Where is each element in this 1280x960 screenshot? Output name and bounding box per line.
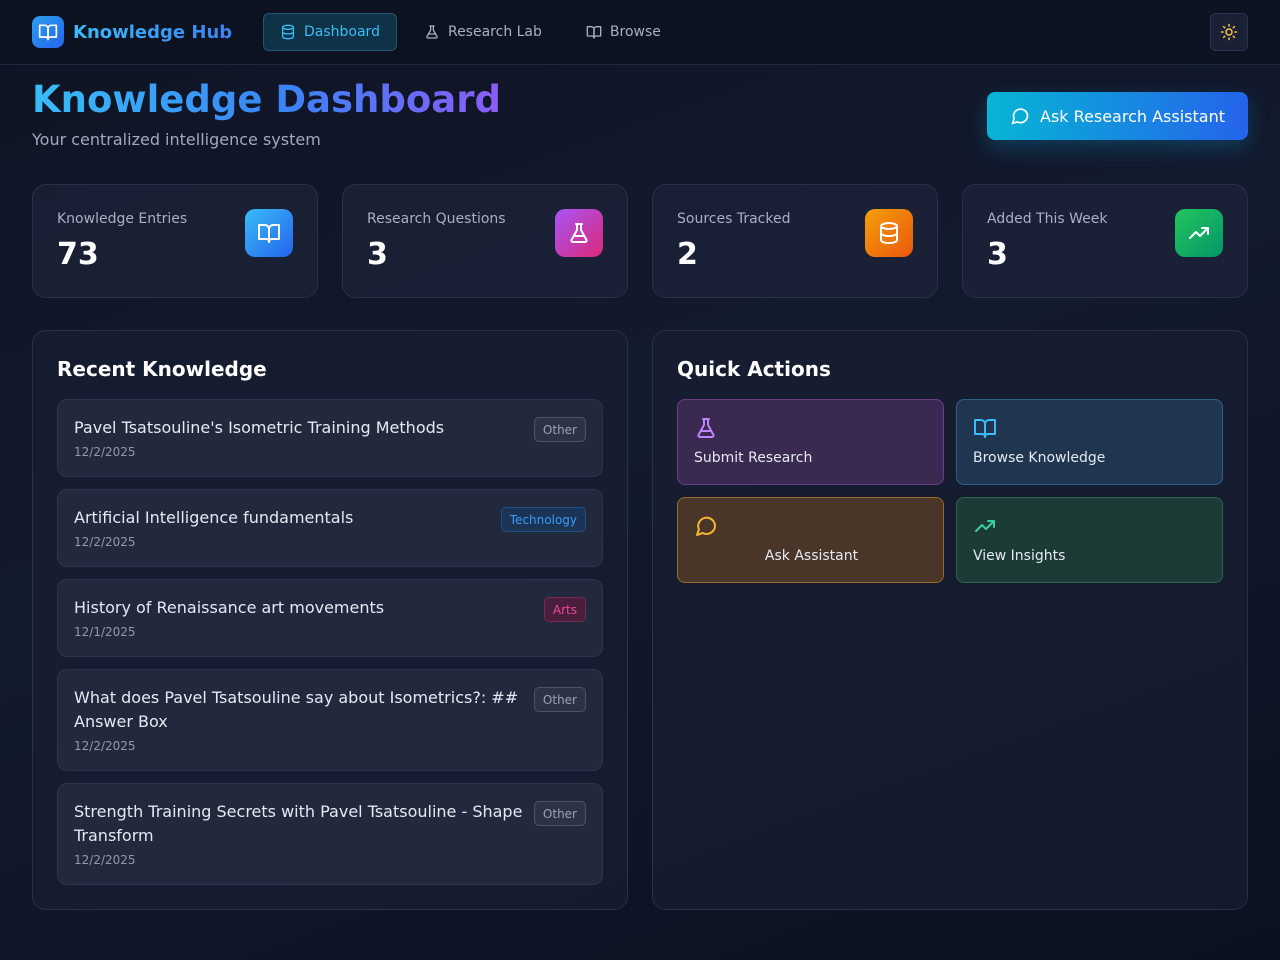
theme-toggle-button[interactable]	[1210, 13, 1248, 51]
message-circle-icon	[696, 516, 717, 536]
stat-label: Knowledge Entries	[57, 211, 188, 227]
flask-icon	[426, 25, 438, 39]
message-circle-icon	[1011, 108, 1029, 125]
nav-tabs: Dashboard Research Lab Browse	[263, 13, 678, 51]
stat-card-sources-tracked: Sources Tracked 2	[652, 184, 938, 298]
stat-value: 2	[677, 237, 698, 272]
knowledge-item-date: 12/2/2025	[74, 739, 136, 753]
stat-label: Sources Tracked	[677, 211, 791, 227]
quick-actions-panel: Quick Actions Submit Research Browse Kno…	[652, 330, 1248, 910]
stat-label: Research Questions	[367, 211, 506, 227]
browse-knowledge-button[interactable]: Browse Knowledge	[956, 399, 1223, 485]
tab-label: Research Lab	[447, 24, 542, 40]
recent-knowledge-panel: Recent Knowledge Pavel Tsatsouline's Iso…	[32, 330, 628, 910]
ask-research-assistant-button[interactable]: Ask Research Assistant	[987, 92, 1248, 140]
knowledge-item[interactable]: History of Renaissance art movements 12/…	[57, 579, 603, 657]
flask-icon	[697, 418, 715, 438]
submit-research-button[interactable]: Submit Research	[677, 399, 944, 485]
tab-browse[interactable]: Browse	[569, 13, 678, 51]
category-badge: Other	[533, 801, 586, 826]
knowledge-item[interactable]: Strength Training Secrets with Pavel Tsa…	[57, 783, 603, 885]
quick-action-label: Submit Research	[694, 450, 813, 466]
stat-card-added-this-week: Added This Week 3	[962, 184, 1248, 298]
ask-button-label: Ask Research Assistant	[1040, 106, 1225, 126]
tab-label: Dashboard	[304, 24, 380, 40]
panel-title: Recent Knowledge	[57, 357, 267, 381]
knowledge-item-title: History of Renaissance art movements	[74, 598, 385, 617]
page-title: Knowledge Dashboard	[32, 76, 501, 124]
book-open-icon	[586, 26, 602, 39]
knowledge-item[interactable]: What does Pavel Tsatsouline say about Is…	[57, 669, 603, 771]
brand[interactable]: Knowledge Hub	[32, 16, 232, 48]
stat-value: 3	[987, 237, 1008, 272]
stat-value: 73	[57, 237, 99, 272]
flask-icon	[555, 209, 603, 257]
brand-name: Knowledge Hub	[73, 21, 233, 43]
trending-up-icon	[975, 520, 995, 532]
quick-action-label: Browse Knowledge	[973, 450, 1106, 466]
sun-icon	[1220, 23, 1238, 41]
top-nav: Knowledge Hub Dashboard Research Lab Bro…	[0, 0, 1280, 65]
tab-label: Browse	[609, 24, 661, 40]
tab-dashboard[interactable]: Dashboard	[263, 13, 397, 51]
category-badge: Other	[533, 687, 586, 712]
database-icon	[865, 209, 913, 257]
book-open-icon	[245, 209, 293, 257]
knowledge-item[interactable]: Artificial Intelligence fundamentals 12/…	[57, 489, 603, 567]
category-badge: Technology	[500, 507, 586, 532]
quick-action-label: Ask Assistant	[764, 548, 859, 564]
knowledge-item-title: What does Pavel Tsatsouline say about Is…	[74, 688, 519, 731]
knowledge-item-date: 12/2/2025	[74, 853, 136, 867]
knowledge-item-date: 12/1/2025	[74, 625, 136, 639]
stat-card-research-questions: Research Questions 3	[342, 184, 628, 298]
trending-up-icon	[1175, 209, 1223, 257]
category-badge: Other	[533, 417, 586, 442]
knowledge-item[interactable]: Pavel Tsatsouline's Isometric Training M…	[57, 399, 603, 477]
stat-card-knowledge-entries: Knowledge Entries 73	[32, 184, 318, 298]
knowledge-item-date: 12/2/2025	[74, 445, 136, 459]
knowledge-item-date: 12/2/2025	[74, 535, 136, 549]
tab-research-lab[interactable]: Research Lab	[407, 13, 559, 51]
knowledge-item-title: Pavel Tsatsouline's Isometric Training M…	[74, 418, 445, 437]
stat-value: 3	[367, 237, 388, 272]
database-icon	[282, 24, 294, 40]
stat-label: Added This Week	[987, 211, 1108, 227]
ask-assistant-button[interactable]: Ask Assistant	[677, 497, 944, 583]
category-badge: Arts	[543, 597, 586, 622]
book-open-icon	[32, 16, 64, 48]
view-insights-button[interactable]: View Insights	[956, 497, 1223, 583]
book-open-icon	[974, 419, 996, 438]
panel-title: Quick Actions	[677, 357, 831, 381]
quick-action-label: View Insights	[973, 548, 1066, 564]
page-subtitle: Your centralized intelligence system	[32, 130, 321, 149]
knowledge-item-title: Strength Training Secrets with Pavel Tsa…	[74, 802, 523, 845]
knowledge-item-title: Artificial Intelligence fundamentals	[74, 508, 354, 527]
